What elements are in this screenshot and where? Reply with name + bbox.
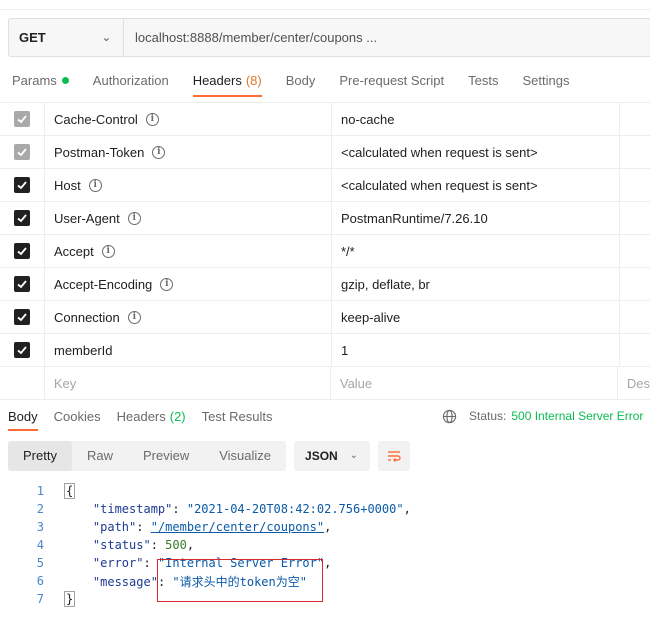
format-select[interactable]: JSON ⌄ — [294, 440, 371, 471]
check-icon — [17, 214, 27, 223]
code-line: 7 } — [36, 591, 76, 607]
info-icon[interactable]: i — [152, 145, 166, 159]
check-icon — [17, 148, 27, 157]
header-checkbox[interactable] — [14, 342, 30, 358]
header-checkbox[interactable] — [14, 309, 30, 325]
highlight-annotation-box — [157, 559, 323, 602]
new-value-input[interactable]: Value — [331, 367, 618, 399]
table-row: memberId 1 — [0, 334, 650, 367]
url-text: localhost:8888/member/center/coupons ... — [135, 30, 378, 45]
check-icon — [17, 181, 27, 190]
request-tabs: Params Authorization Headers (8) Body Pr… — [0, 62, 650, 98]
top-divider — [0, 0, 650, 10]
check-icon — [17, 247, 27, 256]
tab-response-headers[interactable]: Headers (2) — [117, 400, 186, 432]
chevron-down-icon: ⌄ — [349, 450, 359, 461]
wrap-lines-button[interactable] — [378, 440, 411, 471]
info-icon[interactable]: i — [88, 178, 102, 192]
info-icon[interactable]: i — [145, 112, 159, 126]
globe-icon[interactable] — [442, 409, 457, 424]
code-line: 1 { — [36, 483, 76, 499]
info-icon[interactable]: i — [127, 310, 141, 324]
check-icon — [17, 280, 27, 289]
headers-table: Cache-Control i no-cache Postman-Token i <… — [0, 102, 650, 400]
code-line: 6 "message": "请求头中的token为空" — [36, 574, 307, 589]
code-line: 2 "timestamp": "2021-04-20T08:42:02.756+… — [36, 502, 411, 516]
status-code[interactable]: 500 Internal Server Error — [511, 409, 643, 423]
body-toolbar: Pretty Raw Preview Visualize JSON ⌄ — [8, 440, 411, 471]
tab-tests[interactable]: Tests — [468, 62, 498, 98]
table-row: Postman-Token i <calculated when request … — [0, 136, 650, 169]
header-checkbox[interactable] — [14, 177, 30, 193]
url-input[interactable]: localhost:8888/member/center/coupons ... — [124, 19, 650, 56]
code-line: 3 "path": "/member/center/coupons", — [36, 520, 332, 534]
table-row: Accept-Encoding i gzip, deflate, br — [0, 268, 650, 301]
table-row: Accept i */* — [0, 235, 650, 268]
new-description-input[interactable]: Des — [618, 367, 650, 399]
table-row: Cache-Control i no-cache — [0, 103, 650, 136]
raw-button[interactable]: Raw — [72, 441, 128, 471]
pretty-button[interactable]: Pretty — [8, 440, 72, 471]
tab-pre-request-script[interactable]: Pre-request Script — [339, 62, 444, 98]
check-icon — [17, 346, 27, 355]
wrap-lines-icon — [388, 450, 401, 462]
response-tabs: Body Cookies Headers (2) Test Results St… — [0, 400, 650, 432]
header-checkbox[interactable] — [14, 276, 30, 292]
header-checkbox[interactable] — [14, 243, 30, 259]
tab-settings[interactable]: Settings — [522, 62, 569, 98]
path-link[interactable]: "/member/center/coupons" — [151, 520, 324, 534]
info-icon[interactable]: i — [101, 244, 115, 258]
tab-params[interactable]: Params — [12, 62, 69, 98]
tab-cookies[interactable]: Cookies — [54, 400, 101, 432]
method-select[interactable]: GET ⌄ — [9, 19, 124, 56]
new-key-input[interactable]: Key — [45, 367, 331, 399]
tab-body[interactable]: Body — [286, 62, 316, 98]
table-row: Connection i keep-alive — [0, 301, 650, 334]
info-icon[interactable]: i — [160, 277, 174, 291]
info-icon[interactable]: i — [127, 211, 141, 225]
tab-headers[interactable]: Headers (8) — [192, 62, 262, 98]
check-icon — [17, 313, 27, 322]
check-icon — [17, 115, 27, 124]
method-label: GET — [19, 30, 46, 45]
new-header-row: Key Value Des — [0, 367, 650, 400]
status-label: Status: — [469, 409, 507, 423]
visualize-button[interactable]: Visualize — [204, 441, 286, 471]
response-body-editor[interactable]: 1 { 2 "timestamp": "2021-04-20T08:42:02.… — [0, 482, 650, 612]
code-line: 5 "error": "Internal Server Error", — [36, 556, 332, 570]
tab-authorization[interactable]: Authorization — [93, 62, 169, 98]
params-indicator-dot — [61, 76, 69, 84]
header-checkbox[interactable] — [14, 111, 30, 127]
view-mode-group: Pretty Raw Preview Visualize — [8, 440, 287, 471]
tab-test-results[interactable]: Test Results — [202, 400, 273, 432]
header-checkbox[interactable] — [14, 144, 30, 160]
chevron-down-icon: ⌄ — [101, 32, 111, 44]
tab-response-body[interactable]: Body — [8, 400, 38, 432]
preview-button[interactable]: Preview — [128, 441, 204, 471]
table-row: User-Agent i PostmanRuntime/7.26.10 — [0, 202, 650, 235]
response-status: Status: 500 Internal Server Error — [442, 400, 643, 432]
headers-count: (8) — [245, 72, 262, 88]
header-checkbox[interactable] — [14, 210, 30, 226]
code-line: 4 "status": 500, — [36, 538, 195, 552]
request-bar: GET ⌄ localhost:8888/member/center/coupo… — [8, 18, 650, 57]
response-headers-count: (2) — [169, 408, 186, 424]
table-row: Host i <calculated when request is sent> — [0, 169, 650, 202]
format-label: JSON — [305, 448, 338, 463]
